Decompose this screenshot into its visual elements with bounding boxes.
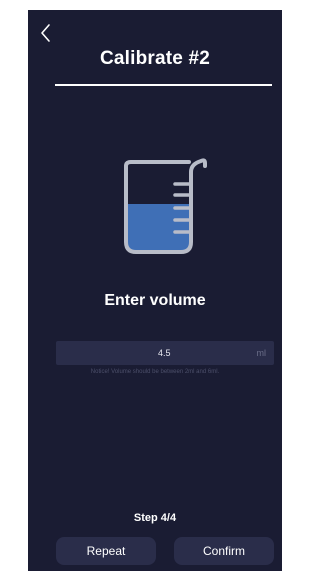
calibration-screen: Calibrate #2 Enter volume 4.5 ml Notice!… [28, 10, 282, 571]
page-title: Calibrate #2 [99, 48, 211, 69]
beaker-icon [121, 158, 209, 258]
volume-unit: ml [256, 348, 267, 358]
volume-input[interactable]: 4.5 ml [56, 341, 274, 365]
volume-value[interactable]: 4.5 [158, 341, 171, 365]
confirm-button[interactable]: Confirm [174, 537, 274, 565]
volume-notice: Notice! Volume should be between 2ml and… [90, 369, 220, 375]
repeat-button[interactable]: Repeat [56, 537, 156, 565]
back-button[interactable] [36, 20, 56, 46]
enter-volume-label: Enter volume [104, 292, 206, 309]
chevron-left-icon [41, 24, 50, 42]
title-divider [55, 84, 272, 86]
step-indicator: Step 4/4 [133, 512, 177, 524]
